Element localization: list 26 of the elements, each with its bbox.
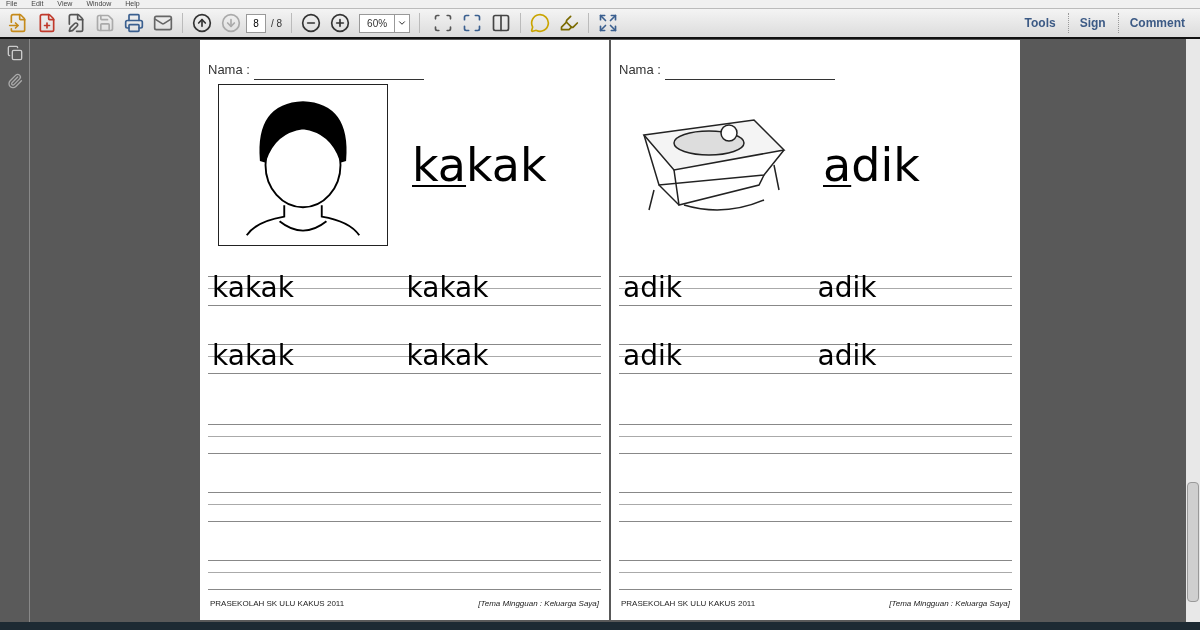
panel-tab[interactable]: Comment	[1117, 13, 1196, 33]
tracing-word: kakak	[406, 269, 490, 306]
pages-icon[interactable]	[6, 45, 23, 61]
tracing-word: adik	[623, 337, 683, 374]
tracing-word: adik	[817, 337, 878, 374]
word-heading: adik	[823, 141, 920, 188]
panel-tab[interactable]: Sign	[1067, 13, 1117, 33]
name-label: Nama :	[208, 61, 250, 79]
name-label: Nama :	[619, 61, 661, 79]
word-heading: kakak	[412, 141, 547, 188]
footer-text: [Tema Mingguan : Keluarga Saya]	[889, 598, 1010, 610]
footer-text: PRASEKOLAH SK ULU KAKUS 2011	[621, 598, 756, 610]
footer-text: [Tema Mingguan : Keluarga Saya]	[478, 598, 599, 610]
attachment-icon[interactable]	[6, 73, 23, 89]
tracing-word: kakak	[212, 269, 295, 306]
tracing-word: kakak	[406, 337, 490, 374]
tracing-word: kakak	[212, 337, 295, 374]
tracing-word: adik	[623, 269, 683, 306]
footer-text: PRASEKOLAH SK ULU KAKUS 2011	[210, 598, 345, 610]
caret-icon	[397, 18, 408, 28]
panel-tab[interactable]: Tools	[1013, 13, 1067, 33]
tracing-word: adik	[817, 269, 878, 306]
scrollbar[interactable]	[1186, 39, 1200, 622]
zoom-dropdown[interactable]: 60%	[359, 13, 411, 33]
page-number-field[interactable]: 8	[246, 13, 266, 33]
page-total: / 8	[271, 16, 283, 31]
